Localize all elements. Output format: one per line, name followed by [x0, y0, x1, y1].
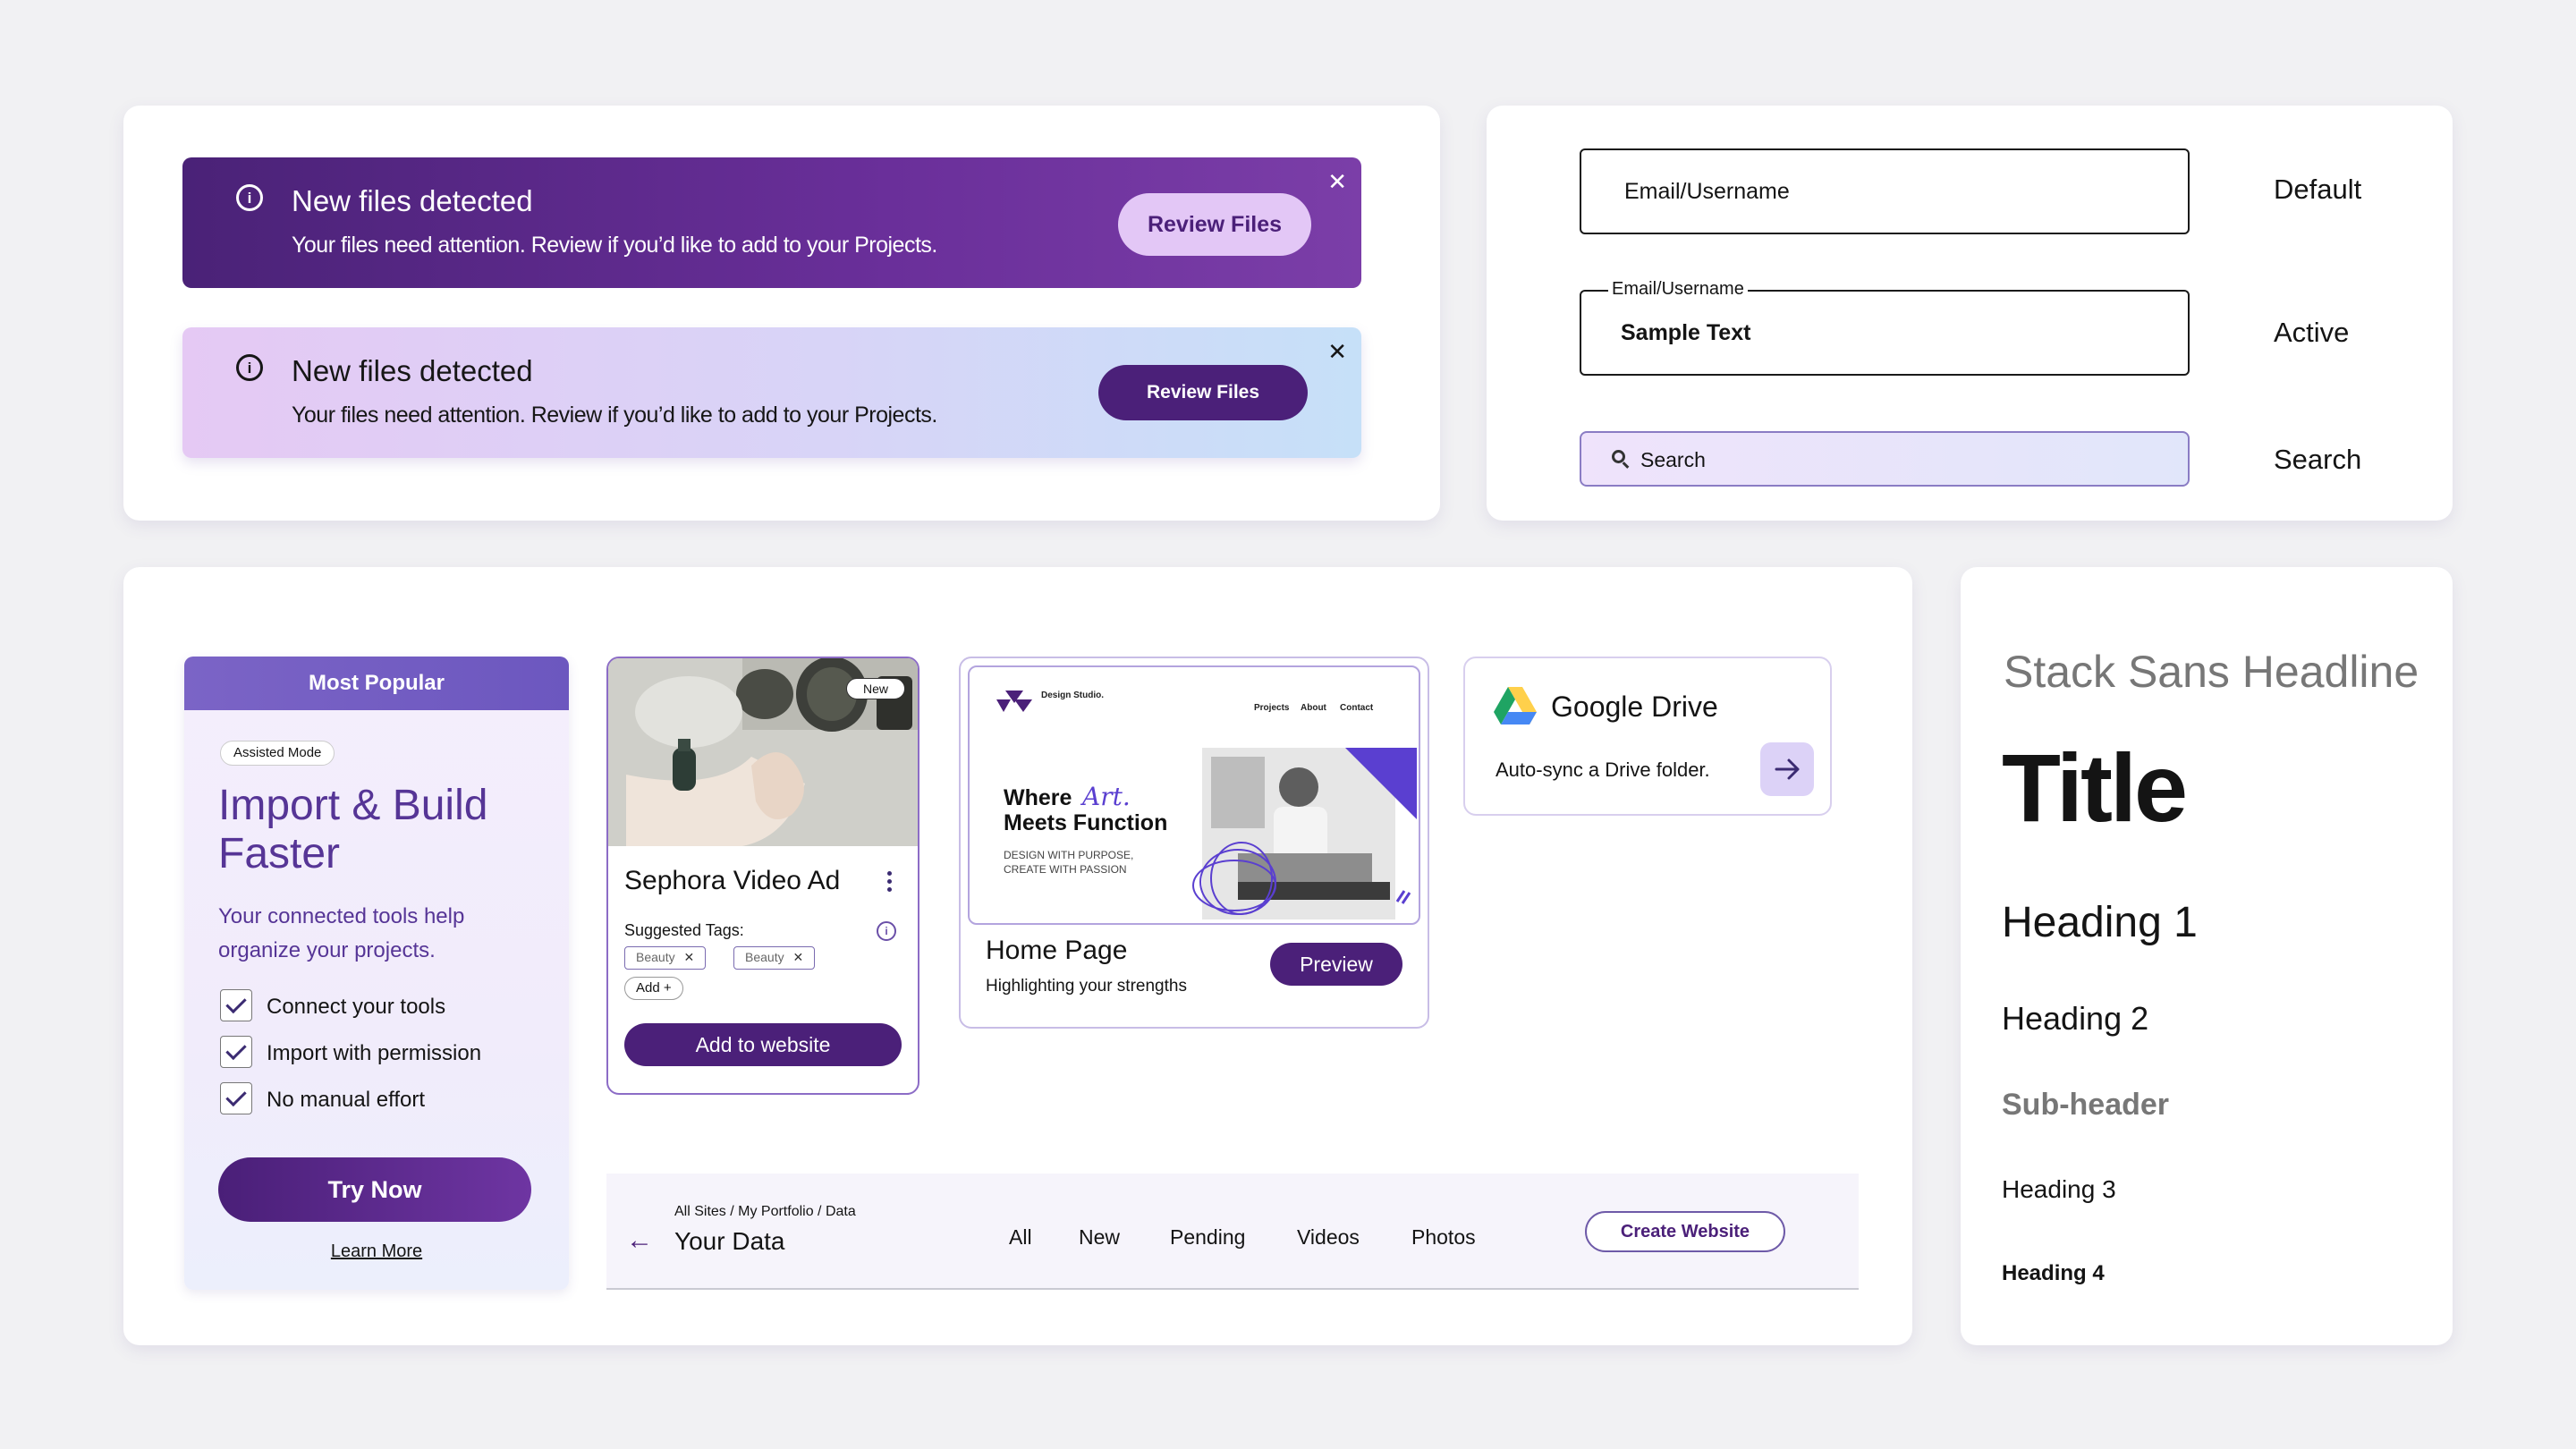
heading-1-sample: Heading 1: [2002, 899, 2198, 946]
promo-description: Your connected tools help organize your …: [218, 904, 465, 962]
info-icon: i: [236, 354, 263, 381]
headline-sample: Stack Sans Headline: [2004, 647, 2419, 697]
subheader-sample: Sub-header: [2002, 1088, 2170, 1122]
google-drive-subtitle: Auto-sync a Drive folder.: [1496, 758, 1710, 781]
google-drive-title: Google Drive: [1551, 691, 1718, 723]
video-title: Sephora Video Ad: [624, 866, 841, 895]
tab-videos[interactable]: Videos: [1297, 1225, 1360, 1250]
email-field-legend: Email/Username: [1608, 279, 1748, 300]
tab-all[interactable]: All: [1009, 1225, 1032, 1250]
home-title: Home Page: [986, 936, 1128, 965]
components-card: Most Popular Assisted Mode Import & Buil…: [123, 567, 1912, 1345]
svg-text:Contact: Contact: [1340, 703, 1374, 713]
google-drive-card[interactable]: Google Drive Auto-sync a Drive folder.: [1463, 657, 1832, 816]
svg-text:DESIGN WITH PURPOSE,: DESIGN WITH PURPOSE,: [1004, 849, 1133, 861]
arrow-right-icon: [1775, 758, 1800, 780]
heading-4-sample: Heading 4: [2002, 1261, 2105, 1285]
banner-title: New files detected: [292, 184, 533, 217]
banner-message: Your files need attention. Review if you…: [292, 402, 937, 428]
site-preview: Design Studio. Projects About Contact Wh…: [968, 665, 1420, 925]
heading-2-sample: Heading 2: [2002, 1000, 2149, 1037]
email-placeholder: Email/Username: [1624, 179, 1790, 204]
typography-card: Stack Sans Headline Title Heading 1 Head…: [1961, 567, 2453, 1345]
tag-chip[interactable]: Beauty ✕: [733, 946, 816, 970]
tab-photos[interactable]: Photos: [1411, 1225, 1476, 1250]
page-title: Your Data: [674, 1227, 785, 1255]
heading-3-sample: Heading 3: [2002, 1175, 2116, 1203]
info-icon[interactable]: i: [877, 921, 896, 941]
back-arrow-icon[interactable]: ←: [626, 1225, 653, 1256]
add-to-website-button[interactable]: Add to website: [624, 1023, 902, 1066]
close-icon[interactable]: ✕: [1327, 340, 1347, 363]
arrow-right-button[interactable]: [1760, 742, 1814, 796]
home-page-card: Design Studio. Projects About Contact Wh…: [959, 657, 1429, 1029]
state-label-search: Search: [2274, 444, 2362, 475]
info-icon: i: [236, 184, 263, 211]
review-files-button[interactable]: Review Files: [1118, 193, 1311, 256]
search-input[interactable]: Search: [1580, 431, 2190, 487]
email-value: Sample Text: [1621, 320, 1751, 345]
tag-chip[interactable]: Beauty ✕: [624, 946, 707, 970]
google-drive-icon: [1494, 687, 1537, 724]
checkbox[interactable]: [220, 989, 252, 1021]
breadcrumb[interactable]: All Sites / My Portfolio / Data: [674, 1204, 856, 1220]
checklist-label: Connect your tools: [267, 995, 446, 1019]
checkbox[interactable]: [220, 1036, 252, 1068]
promo-header: Most Popular: [184, 657, 569, 710]
video-card: New Sephora Video Ad Suggested Tags: i B…: [606, 657, 919, 1095]
svg-text:Projects: Projects: [1254, 703, 1290, 713]
video-thumbnail: New: [608, 658, 918, 846]
create-website-button[interactable]: Create Website: [1585, 1211, 1785, 1252]
site-nav-bar: ← All Sites / My Portfolio / Data Your D…: [606, 1174, 1859, 1290]
title-sample: Title: [2002, 733, 2188, 842]
site-preview-illustration: Design Studio. Projects About Contact Wh…: [996, 691, 1417, 919]
remove-tag-icon[interactable]: ✕: [792, 950, 803, 964]
close-icon[interactable]: ✕: [1327, 170, 1347, 193]
inputs-card: Email/Username Default Email/Username Sa…: [1487, 106, 2453, 521]
home-subtitle: Highlighting your strengths: [986, 977, 1187, 996]
banners-card: i New files detected Your files need att…: [123, 106, 1440, 521]
checklist-label: Import with permission: [267, 1041, 482, 1065]
svg-text:Meets Function: Meets Function: [1004, 810, 1167, 835]
suggested-tags-label: Suggested Tags:: [624, 921, 744, 939]
banner-title: New files detected: [292, 354, 533, 387]
promo-title: Import & Build Faster: [218, 782, 488, 877]
svg-text:Art.: Art.: [1080, 782, 1131, 811]
preview-button[interactable]: Preview: [1270, 943, 1402, 986]
tab-new[interactable]: New: [1079, 1225, 1120, 1250]
email-field-default[interactable]: Email/Username: [1580, 148, 2190, 234]
checkbox[interactable]: [220, 1082, 252, 1114]
svg-text:CREATE WITH PASSION: CREATE WITH PASSION: [1004, 863, 1127, 876]
review-files-button[interactable]: Review Files: [1098, 365, 1308, 420]
notification-banner-dark: i New files detected Your files need att…: [182, 157, 1361, 288]
promo-card: Most Popular Assisted Mode Import & Buil…: [184, 657, 569, 1290]
checklist-label: No manual effort: [267, 1088, 425, 1112]
notification-banner-light: i New files detected Your files need att…: [182, 327, 1361, 458]
svg-text:Design Studio.: Design Studio.: [1041, 691, 1104, 700]
search-placeholder: Search: [1640, 448, 1706, 471]
mode-pill: Assisted Mode: [220, 741, 335, 766]
tab-pending[interactable]: Pending: [1170, 1225, 1245, 1250]
new-badge: New: [845, 678, 905, 699]
state-label-default: Default: [2274, 174, 2362, 205]
banner-message: Your files need attention. Review if you…: [292, 233, 937, 258]
state-label-active: Active: [2274, 317, 2350, 348]
svg-text:Where: Where: [1004, 785, 1072, 810]
svg-text:About: About: [1301, 703, 1327, 713]
more-options-icon[interactable]: [887, 871, 893, 893]
search-icon: [1612, 450, 1625, 463]
remove-tag-icon[interactable]: ✕: [683, 950, 694, 964]
add-tag-button[interactable]: Add +: [624, 977, 683, 1000]
learn-more-link[interactable]: Learn More: [184, 1241, 569, 1262]
email-field-active[interactable]: Email/Username Sample Text: [1580, 279, 2190, 376]
try-now-button[interactable]: Try Now: [218, 1157, 531, 1222]
